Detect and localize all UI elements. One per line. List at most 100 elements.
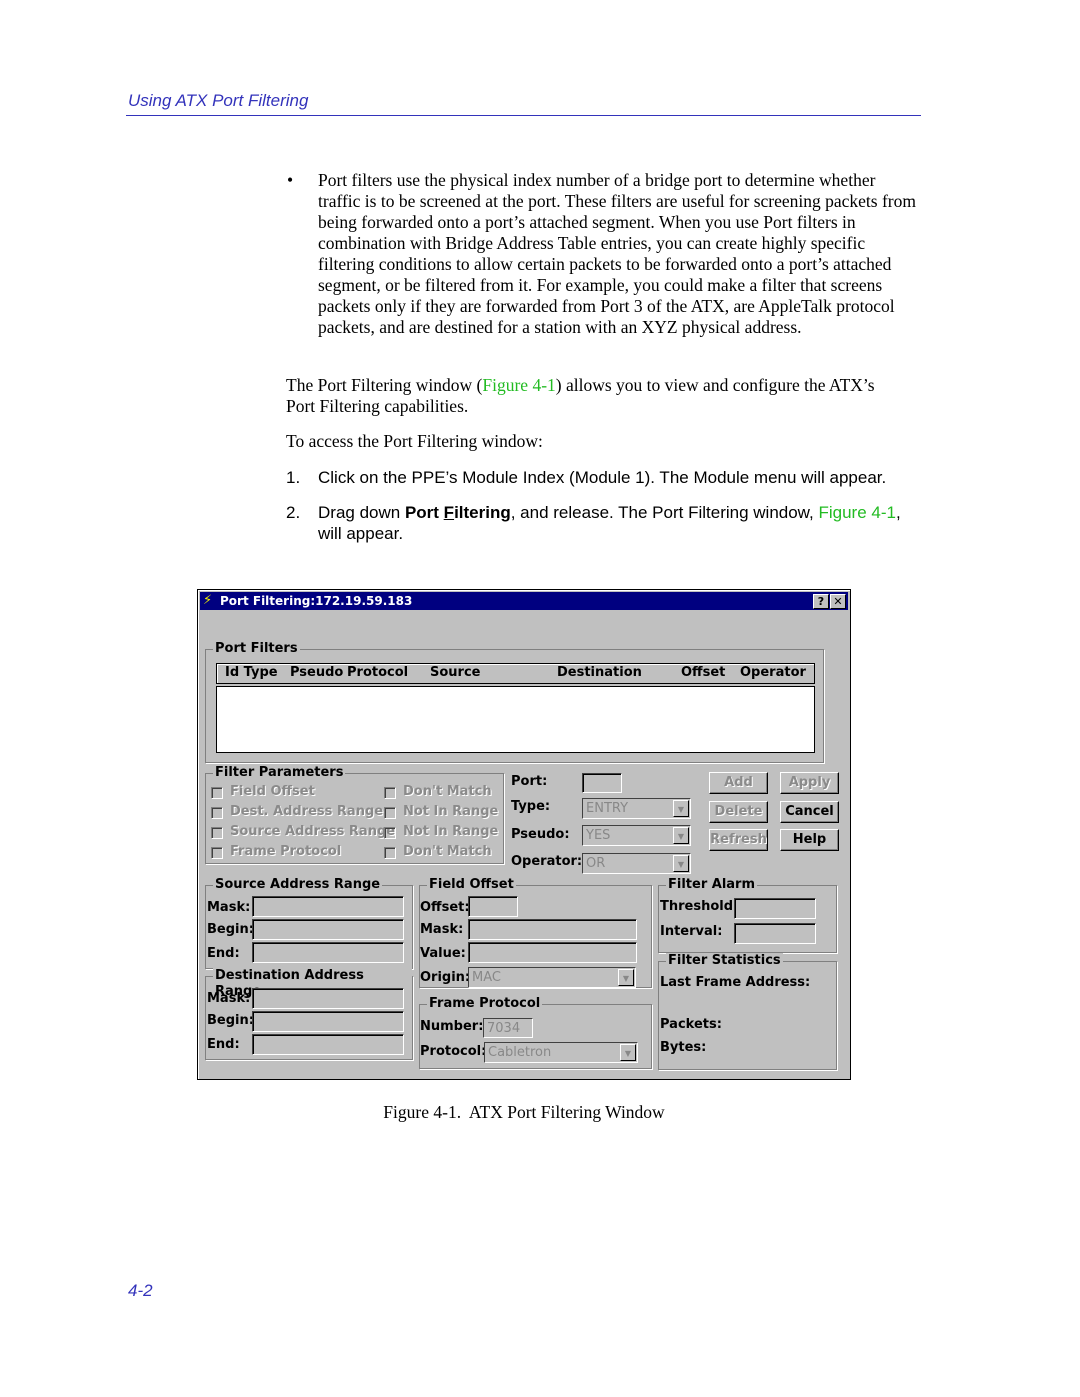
chevron-down-icon[interactable]: ▼: [618, 969, 634, 986]
group-label: Filter Statistics: [666, 953, 783, 969]
paragraph-access: To access the Port Filtering window:: [286, 431, 543, 451]
column-header[interactable]: Source: [430, 665, 480, 680]
group-label: Filter Parameters: [213, 765, 346, 781]
pseudo-label: Pseudo:: [511, 827, 570, 842]
number-input[interactable]: 7034: [483, 1018, 533, 1038]
chevron-down-icon[interactable]: ▼: [673, 855, 689, 872]
figure-caption: Figure 4-1. ATX Port Filtering Window: [383, 1102, 665, 1122]
bullet-paragraph: Port filters use the physical index numb…: [318, 170, 916, 337]
group-label: Frame Protocol: [427, 996, 543, 1012]
offset-value-input[interactable]: [468, 942, 637, 963]
document-page: Using ATX Port Filtering • Port filters …: [0, 0, 1080, 1397]
header-rule: [126, 115, 921, 116]
dont-match-checkbox[interactable]: [384, 787, 396, 799]
source-mask-input[interactable]: [252, 896, 404, 917]
checkbox-label: Don't Match: [403, 844, 492, 859]
menu-name: Port: [404, 503, 444, 522]
operator-select[interactable]: OR ▼: [582, 853, 691, 874]
column-header[interactable]: Pseudo: [290, 665, 343, 680]
group-label: Filter Alarm: [666, 877, 758, 893]
interval-label: Interval:: [660, 924, 723, 939]
threshold-label: Threshold: [660, 899, 734, 914]
chevron-down-icon[interactable]: ▼: [620, 1044, 636, 1061]
number-label: Number:: [420, 1019, 484, 1034]
not-in-range-checkbox[interactable]: [384, 807, 396, 819]
dest-mask-input[interactable]: [252, 988, 404, 1009]
select-value: MAC: [472, 970, 501, 985]
group-label: Port Filters: [213, 641, 300, 657]
checkbox-label: Source Address Range: [230, 824, 396, 839]
select-value: ENTRY: [586, 801, 629, 816]
delete-button[interactable]: Delete: [709, 801, 768, 823]
offset-input[interactable]: [468, 896, 518, 917]
column-header[interactable]: Destination: [557, 665, 642, 680]
port-filtering-window: ⚡ Port Filtering:172.19.59.183 ? ✕ Port …: [197, 589, 851, 1080]
begin-label: Begin:: [207, 922, 254, 937]
column-header[interactable]: Offset: [681, 665, 725, 680]
text: , and release. The Port Filtering window…: [510, 503, 819, 522]
offset-mask-input[interactable]: [468, 919, 637, 940]
app-icon: ⚡: [203, 593, 213, 608]
mask-label: Mask:: [207, 900, 251, 915]
text: Drag down: [318, 503, 405, 522]
chevron-down-icon[interactable]: ▼: [673, 800, 689, 817]
protocol-select[interactable]: Cabletron ▼: [484, 1042, 638, 1063]
packets-label: Packets:: [660, 1017, 722, 1032]
input-value: 7034: [487, 1021, 521, 1036]
page-number: 4-2: [128, 1281, 153, 1300]
dest-end-input[interactable]: [252, 1034, 404, 1055]
select-value: YES: [586, 828, 611, 843]
column-header[interactable]: Operator: [740, 665, 806, 680]
source-range-checkbox[interactable]: [211, 827, 223, 839]
step-number: 1.: [286, 468, 301, 487]
add-button[interactable]: Add: [709, 772, 768, 794]
type-select[interactable]: ENTRY ▼: [582, 798, 691, 819]
port-input[interactable]: [582, 773, 622, 793]
interval-input[interactable]: [734, 923, 816, 944]
mask-label: Mask:: [420, 922, 464, 937]
checkbox-label: Field Offset: [230, 784, 315, 799]
figure-link[interactable]: Figure 4-1: [818, 503, 895, 522]
type-label: Type:: [511, 799, 551, 814]
filter-list[interactable]: [216, 686, 815, 753]
protocol-label: Protocol:: [420, 1044, 487, 1059]
close-icon[interactable]: ✕: [830, 594, 846, 609]
column-header[interactable]: Protocol: [347, 665, 408, 680]
dest-begin-input[interactable]: [252, 1011, 404, 1032]
dont-match-checkbox[interactable]: [384, 847, 396, 859]
step-2: Drag down Port Filtering, and release. T…: [318, 502, 923, 544]
origin-select[interactable]: MAC ▼: [468, 967, 636, 988]
select-value: OR: [586, 856, 606, 871]
source-end-input[interactable]: [252, 942, 404, 963]
column-header[interactable]: Id Type: [225, 665, 278, 680]
dest-range-checkbox[interactable]: [211, 807, 223, 819]
frame-protocol-checkbox[interactable]: [211, 847, 223, 859]
menu-name: iltering: [454, 503, 511, 522]
refresh-button[interactable]: Refresh: [709, 829, 768, 851]
value-label: Value:: [420, 946, 466, 961]
help-icon[interactable]: ?: [813, 594, 829, 609]
last-frame-label: Last Frame Address:: [660, 975, 811, 990]
step-1: Click on the PPE’s Module Index (Module …: [318, 468, 887, 487]
cancel-button[interactable]: Cancel: [780, 801, 839, 823]
paragraph-intro: The Port Filtering window (Figure 4-1) a…: [286, 375, 896, 417]
apply-button[interactable]: Apply: [780, 772, 839, 794]
field-offset-checkbox[interactable]: [211, 787, 223, 799]
text: The Port Filtering window (: [286, 375, 483, 395]
end-label: End:: [207, 1037, 240, 1052]
mask-label: Mask:: [207, 991, 251, 1006]
origin-label: Origin:: [420, 970, 471, 985]
source-begin-input[interactable]: [252, 919, 404, 940]
operator-label: Operator:: [511, 854, 583, 869]
threshold-input[interactable]: [734, 898, 816, 919]
select-value: Cabletron: [488, 1045, 552, 1060]
figure-link[interactable]: Figure 4-1: [482, 375, 555, 395]
help-button[interactable]: Help: [780, 829, 839, 851]
begin-label: Begin:: [207, 1013, 254, 1028]
checkbox-label: Frame Protocol: [230, 844, 342, 859]
not-in-range-checkbox[interactable]: [384, 827, 396, 839]
chevron-down-icon[interactable]: ▼: [673, 827, 689, 844]
pseudo-select[interactable]: YES ▼: [582, 825, 691, 846]
checkbox-label: Dest. Address Range: [230, 804, 384, 819]
step-number: 2.: [286, 503, 301, 522]
